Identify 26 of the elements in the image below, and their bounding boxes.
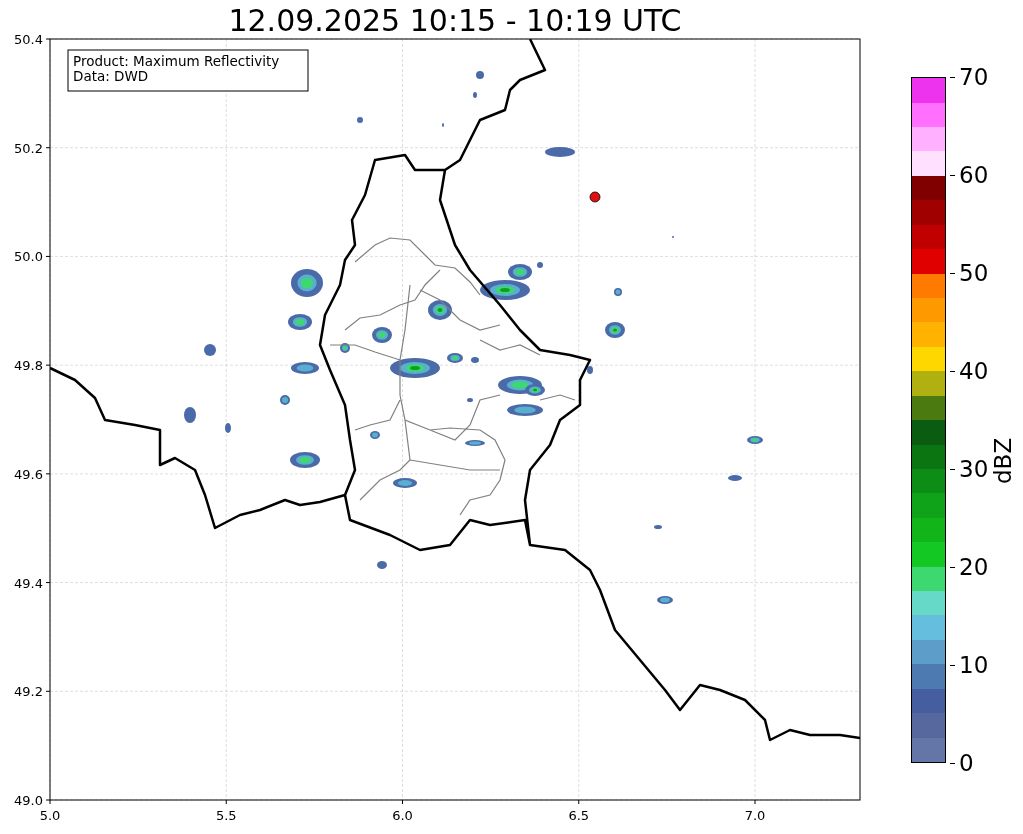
axis-tick-label: 50.4: [14, 32, 43, 47]
location-marker: [589, 191, 601, 203]
info-text: Data: DWD: [73, 68, 149, 84]
axis-tick-label: 49.6: [14, 466, 43, 482]
colorbar-tick-label: 10: [959, 652, 989, 678]
colorbar-tick-label: 30: [959, 456, 989, 482]
chart-title: 12.09.2025 10:15 - 10:19 UTC: [227, 2, 683, 39]
axis-tick-label: 49.8: [14, 358, 43, 374]
axis-tick-label: 50.0: [14, 249, 43, 265]
colorbar-tick-label: 0: [959, 750, 974, 776]
colorbar-tick-label: 70: [959, 64, 989, 90]
info-text: Product: Maximum Reflectivity: [73, 53, 280, 69]
colorbar-tick-label: 50: [959, 260, 989, 286]
colorbar-label: dBZ: [990, 436, 1017, 484]
axis-tick-label: 49.4: [14, 575, 43, 591]
axis-tick-label: 7.0: [744, 808, 766, 823]
colorbar-tick-label: 60: [959, 162, 989, 188]
colorbar-tick-label: 40: [959, 358, 989, 384]
axis-tick-label: 50.2: [14, 140, 43, 156]
axis-tick-label: 5.0: [39, 808, 61, 823]
axis-tick-label: 49.2: [14, 684, 43, 700]
axis-tick-label: 6.5: [568, 808, 590, 823]
axis-tick-label: 5.5: [215, 808, 237, 823]
axis-tick-label: 6.0: [392, 808, 413, 823]
axis-tick-label: 49.0: [14, 793, 43, 808]
colorbar-tick-label: 20: [959, 554, 989, 580]
